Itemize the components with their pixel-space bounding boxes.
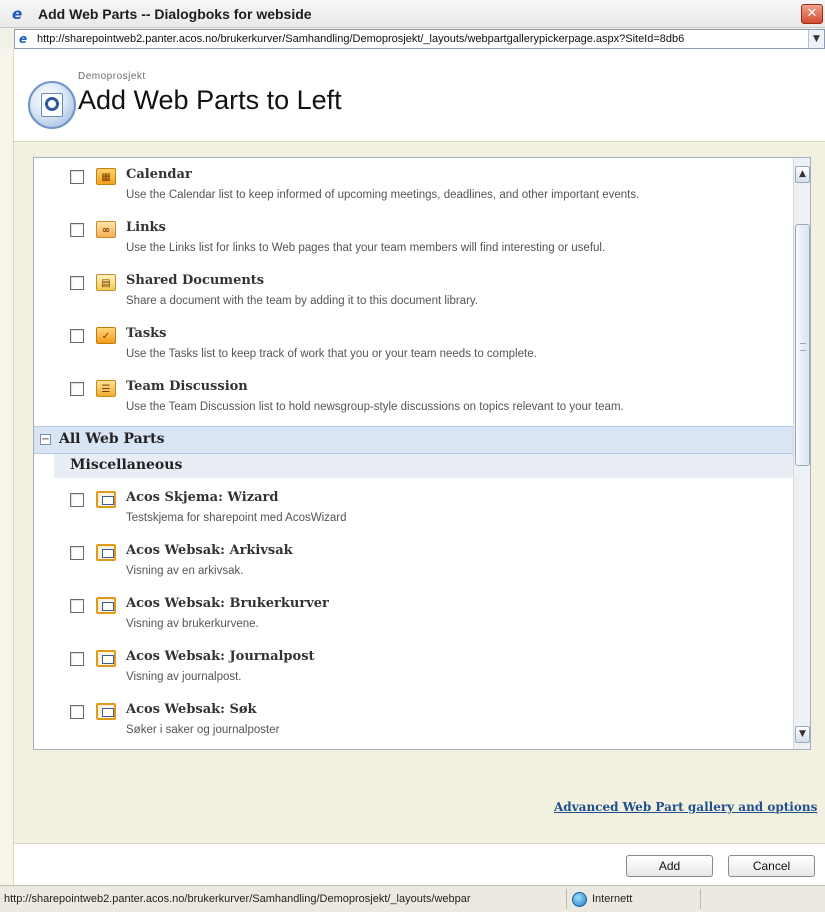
discussion-icon: ☰ — [96, 380, 116, 397]
web-part-icon — [96, 491, 116, 508]
section-title: All Web Parts — [59, 431, 165, 447]
list-item-name: Acos Skjema: Wizard — [126, 490, 279, 505]
status-divider — [700, 889, 701, 909]
close-window-button[interactable]: ✕ — [801, 4, 823, 24]
list-item-description: Share a document with the team by adding… — [126, 295, 479, 307]
team-discussion-checkbox[interactable] — [70, 382, 84, 396]
security-zone: Internett — [592, 893, 633, 905]
add-button[interactable]: Add — [626, 855, 713, 877]
web-part-gallery-logo-icon — [28, 81, 76, 129]
background-page-strip — [0, 49, 14, 885]
list-item-name: Acos Websak: Journalpost — [126, 649, 315, 664]
tasks-icon: ✓ — [96, 327, 116, 344]
acos-websak-arkivsak-checkbox[interactable] — [70, 546, 84, 560]
list-item-name: Team Discussion — [126, 379, 248, 394]
list-item-name: Acos Websak: Brukerkurver — [126, 596, 329, 611]
list-item-description: Use the Calendar list to keep informed o… — [126, 189, 640, 201]
list-item: Acos Websak: Arkivsak Visning av en arki… — [34, 540, 794, 590]
web-part-list[interactable]: ▦ Calendar Use the Calendar list to keep… — [33, 157, 811, 750]
dialog-footer: Add Cancel — [14, 843, 825, 885]
scroll-down-arrow-icon[interactable]: ▼ — [795, 726, 810, 743]
list-item: ▤ Shared Documents Share a document with… — [34, 270, 794, 320]
web-part-icon — [96, 650, 116, 667]
vertical-scrollbar[interactable]: ▲ ▼ — [793, 158, 810, 749]
links-icon: ∞ — [96, 221, 116, 238]
status-bar: http://sharepointweb2.panter.acos.no/bru… — [0, 885, 825, 912]
all-web-parts-section-header[interactable]: − All Web Parts — [34, 426, 794, 454]
acos-websak-brukerkurver-checkbox[interactable] — [70, 599, 84, 613]
list-item: ▦ Calendar Use the Calendar list to keep… — [34, 164, 794, 214]
shared-documents-checkbox[interactable] — [70, 276, 84, 290]
list-item: Acos Skjema: Wizard Testskjema for share… — [34, 487, 794, 537]
list-item: ∞ Links Use the Links list for links to … — [34, 217, 794, 267]
dialog-header: Demoprosjekt Add Web Parts to Left — [14, 49, 825, 142]
collapse-toggle-icon[interactable]: − — [40, 434, 51, 445]
list-item: ✓ Tasks Use the Tasks list to keep track… — [34, 323, 794, 373]
list-item-description: Visning av journalpost. — [126, 671, 242, 683]
list-item: Acos Websak: Søk Søker i saker og journa… — [34, 699, 794, 749]
web-part-icon — [96, 703, 116, 720]
cancel-button[interactable]: Cancel — [728, 855, 815, 877]
list-item-description: Use the Tasks list to keep track of work… — [126, 348, 537, 360]
address-bar[interactable]: e http://sharepointweb2.panter.acos.no/b… — [14, 29, 825, 49]
category-title: Miscellaneous — [70, 457, 183, 473]
list-item: ☰ Team Discussion Use the Team Discussio… — [34, 376, 794, 426]
category-header: Miscellaneous — [54, 454, 794, 478]
list-item-description: Use the Team Discussion list to hold new… — [126, 401, 624, 413]
page-icon: e — [19, 32, 28, 46]
list-item-description: Visning av en arkivsak. — [126, 565, 244, 577]
address-dropdown-button[interactable]: ▼ — [808, 30, 824, 48]
tasks-checkbox[interactable] — [70, 329, 84, 343]
list-item-name: Calendar — [126, 167, 192, 182]
page-title: Add Web Parts to Left — [78, 85, 342, 115]
list-item-name: Acos Websak: Søk — [126, 702, 257, 717]
status-url: http://sharepointweb2.panter.acos.no/bru… — [4, 893, 471, 905]
web-part-icon — [96, 597, 116, 614]
address-url[interactable]: http://sharepointweb2.panter.acos.no/bru… — [37, 33, 807, 45]
list-item-description: Visning av brukerkurvene. — [126, 618, 259, 630]
site-name: Demoprosjekt — [78, 71, 146, 82]
list-item-description: Testskjema for sharepoint med AcosWizard — [126, 512, 347, 524]
advanced-gallery-link[interactable]: Advanced Web Part gallery and options — [554, 800, 817, 814]
status-divider — [566, 889, 567, 909]
list-item: Acos Websak: Brukerkurver Visning av bru… — [34, 593, 794, 643]
scrollbar-thumb[interactable] — [795, 224, 810, 466]
acos-skjema-wizard-checkbox[interactable] — [70, 493, 84, 507]
list-item-name: Tasks — [126, 326, 167, 341]
links-checkbox[interactable] — [70, 223, 84, 237]
acos-websak-journalpost-checkbox[interactable] — [70, 652, 84, 666]
internet-explorer-icon: e — [12, 5, 23, 23]
acos-websak-sok-checkbox[interactable] — [70, 705, 84, 719]
web-part-icon — [96, 544, 116, 561]
globe-icon — [572, 892, 587, 907]
list-item: Acos Websak: Journalpost Visning av jour… — [34, 646, 794, 696]
window-title: Add Web Parts -- Dialogboks for webside — [38, 6, 312, 22]
calendar-icon: ▦ — [96, 168, 116, 185]
list-item-name: Shared Documents — [126, 273, 265, 288]
list-item-name: Links — [126, 220, 166, 235]
window-title-bar[interactable]: e Add Web Parts -- Dialogboks for websid… — [0, 0, 825, 28]
list-item-description: Søker i saker og journalposter — [126, 724, 280, 736]
list-item-name: Acos Websak: Arkivsak — [126, 543, 293, 558]
document-library-icon: ▤ — [96, 274, 116, 291]
calendar-checkbox[interactable] — [70, 170, 84, 184]
scroll-up-arrow-icon[interactable]: ▲ — [795, 166, 810, 183]
list-item-description: Use the Links list for links to Web page… — [126, 242, 606, 254]
